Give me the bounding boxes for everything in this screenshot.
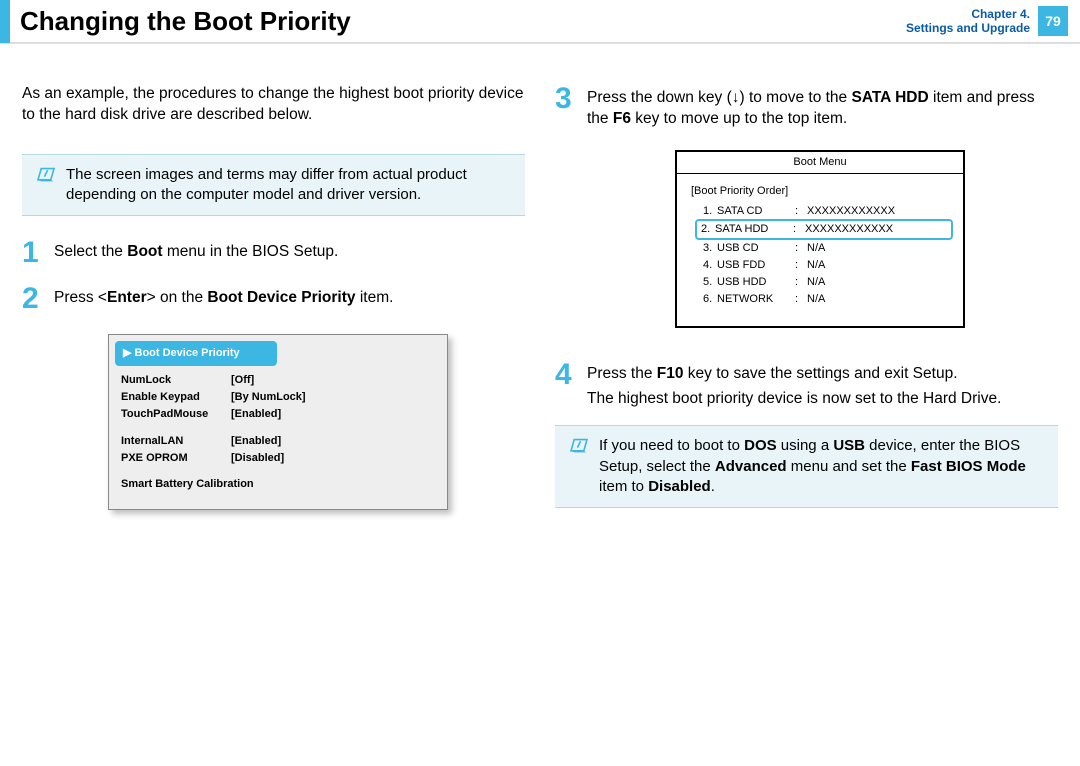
page-number: 79 [1038,6,1068,36]
bios-row: InternalLAN[Enabled] [115,433,441,450]
intro-text: As an example, the procedures to change … [22,84,525,126]
t: Disabled [648,478,711,495]
t: Smart Battery Calibration [121,477,254,492]
t: DOS [744,437,777,454]
t: . [711,478,715,495]
step-1: 1 Select the Boot menu in the BIOS Setup… [22,238,525,268]
page-header: Changing the Boot Priority Chapter 4. Se… [0,0,1080,44]
note-icon [36,167,56,183]
t: Advanced [715,458,787,475]
step-3-text: Press the down key (↓) to move to the SA… [587,84,1058,130]
boot-menu-row-highlighted: 2.SATA HDD:XXXXXXXXXXXX [695,219,953,240]
t: key to move up to the top item. [631,110,847,127]
bios-highlight-row: ▶ Boot Device Priority [115,341,277,366]
boot-menu-rows: 1.SATA CD:XXXXXXXXXXXX2.SATA HDD:XXXXXXX… [691,203,949,308]
bios-highlight-label: Boot Device Priority [135,347,240,359]
step-2: 2 Press <Enter> on the Boot Device Prior… [22,284,525,314]
boot-menu-row: 3.USB CD:N/A [699,240,949,257]
boot-menu-row: 5.USB HDD:N/A [699,274,949,291]
t: item. [356,289,394,306]
page-title: Changing the Boot Priority [20,6,906,37]
t: Boot [127,243,162,260]
note-box-2: If you need to boot to DOS using a USB d… [555,425,1058,508]
t: menu in the BIOS Setup. [163,243,339,260]
t: The highest boot priority device is now … [587,390,1001,407]
t: > on the [147,289,208,306]
boot-priority-label: [Boot Priority Order] [691,184,949,199]
step-4: 4 Press the F10 key to save the settings… [555,360,1058,410]
t: Press < [54,289,107,306]
t: F10 [657,365,684,382]
header-accent [0,0,10,43]
bios-footer: Smart Battery Calibration [115,476,441,493]
bios-rows-group-2: InternalLAN[Enabled]PXE OPROM[Disabled] [115,433,441,467]
t: F6 [613,110,631,127]
boot-menu-title: Boot Menu [677,152,963,174]
t: item to [599,478,648,495]
chapter-line2: Settings and Upgrade [906,21,1030,35]
bios-row: TouchPadMouse[Enabled] [115,406,441,423]
t: using a [777,437,834,454]
t: menu and set the [787,458,911,475]
bios-rows-group-1: NumLock[Off]Enable Keypad[By NumLock]Tou… [115,372,441,423]
t: If you need to boot to [599,437,744,454]
t: SATA HDD [851,89,928,106]
step-1-text: Select the Boot menu in the BIOS Setup. [54,238,338,263]
t: Press the [587,365,657,382]
t: Fast BIOS Mode [911,458,1026,475]
boot-menu-row: 1.SATA CD:XXXXXXXXXXXX [699,203,949,220]
header-right: Chapter 4. Settings and Upgrade 79 [906,6,1080,36]
t: key to save the settings and exit Setup. [684,365,958,382]
step-3: 3 Press the down key (↓) to move to the … [555,84,1058,130]
t: Enter [107,289,147,306]
boot-menu-row: 4.USB FDD:N/A [699,257,949,274]
content: As an example, the procedures to change … [0,44,1080,530]
arrow-icon: ▶ [123,347,135,359]
t: Boot Device Priority [207,289,355,306]
t: USB [833,437,865,454]
bios-row: PXE OPROM[Disabled] [115,450,441,467]
bios-row: NumLock[Off] [115,372,441,389]
step-2-text: Press <Enter> on the Boot Device Priorit… [54,284,393,309]
boot-menu-row: 6.NETWORK:N/A [699,291,949,308]
step-number-3: 3 [555,84,587,114]
step-number-2: 2 [22,284,54,314]
note-text-1: The screen images and terms may differ f… [66,166,467,203]
left-column: As an example, the procedures to change … [22,84,525,530]
note-icon [569,438,589,454]
bios-row: Enable Keypad[By NumLock] [115,389,441,406]
step-4-text: Press the F10 key to save the settings a… [587,360,1001,410]
step-number-1: 1 [22,238,54,268]
step-number-4: 4 [555,360,587,390]
boot-menu-panel: Boot Menu [Boot Priority Order] 1.SATA C… [675,150,965,328]
t: Press the down key (↓) to move to the [587,89,851,106]
chapter-line1: Chapter 4. [906,7,1030,21]
right-column: 3 Press the down key (↓) to move to the … [555,84,1058,530]
bios-panel: ▶ Boot Device Priority NumLock[Off]Enabl… [108,334,448,510]
chapter-label: Chapter 4. Settings and Upgrade [906,7,1030,36]
t: Select the [54,243,127,260]
note-box-1: The screen images and terms may differ f… [22,154,525,217]
boot-menu-body: [Boot Priority Order] 1.SATA CD:XXXXXXXX… [677,174,963,326]
